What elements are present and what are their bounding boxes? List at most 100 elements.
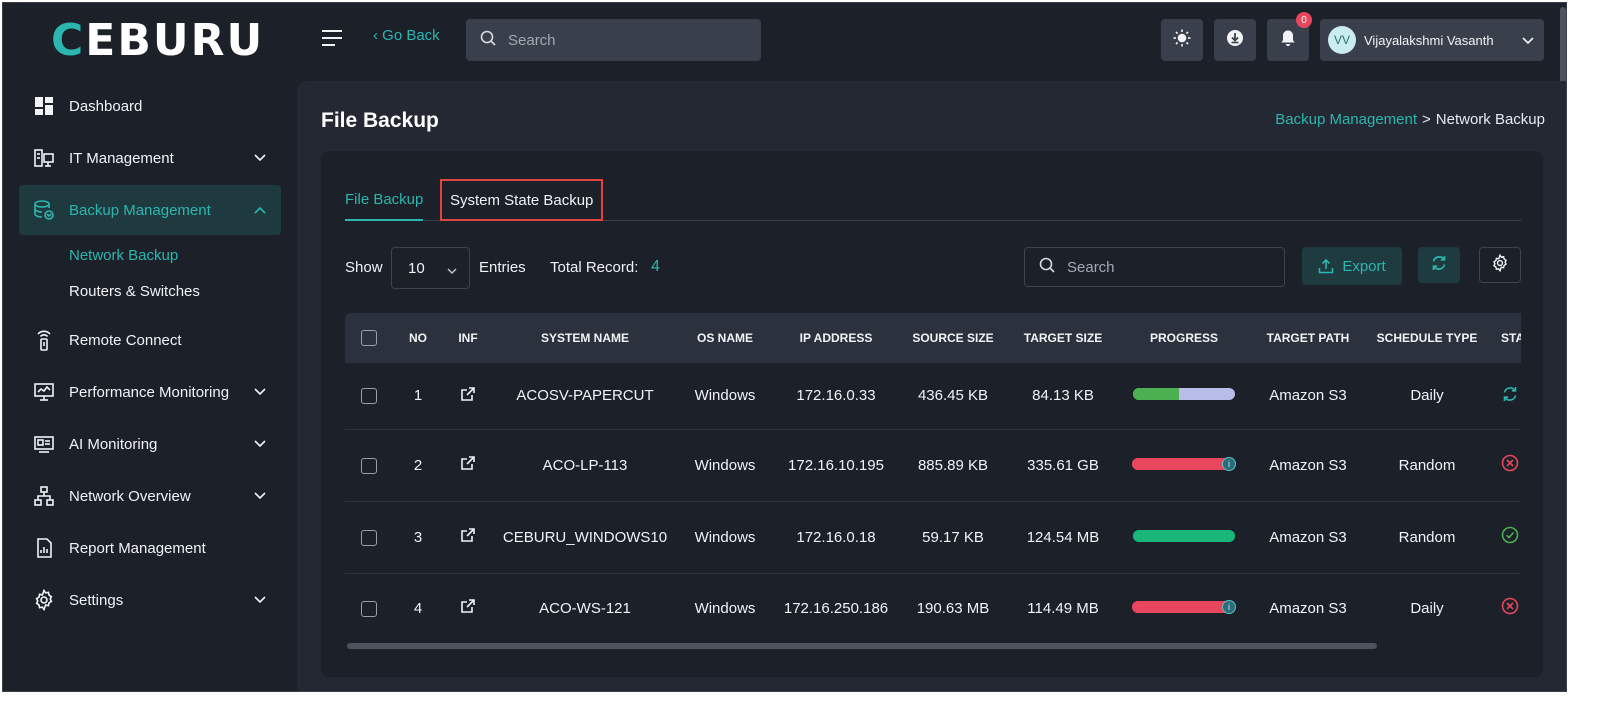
sidebar-item-label: IT Management [69,149,174,167]
column-header-target-size[interactable]: TARGET SIZE [1007,313,1119,363]
chevron-down-icon [447,262,457,279]
info-icon[interactable]: i [1222,599,1236,614]
theme-toggle-button[interactable] [1161,19,1203,61]
column-header-system-name[interactable]: SYSTEM NAME [493,313,677,363]
backup-submenu: Network Backup Routers & Switches [19,237,281,309]
sidebar-subitem-network-backup[interactable]: Network Backup [69,237,281,273]
sidebar-item-it-management[interactable]: IT Management [19,133,281,183]
sidebar-item-label: Dashboard [69,97,143,115]
table-row[interactable]: 3 CEBURU_WINDOWS10 Windows 172.16.0.18 59.17… [345,501,1521,573]
cell-ip-address: 172.16.0.18 [796,528,876,546]
tab-system-state-backup[interactable]: System State Backup [439,179,604,221]
refresh-button[interactable] [1418,247,1460,283]
error-circle-icon[interactable] [1501,454,1519,476]
breadcrumb-current: Network Backup [1435,111,1545,128]
external-link-icon[interactable] [460,599,476,618]
notifications-button[interactable]: 0 [1267,12,1312,61]
select-all-checkbox[interactable] [361,330,377,346]
cell-os-name: Windows [694,528,756,546]
column-header-no[interactable]: NO [393,313,443,363]
sidebar-item-label: Settings [69,591,124,609]
progress-bar [1133,388,1235,401]
breadcrumb-parent-link[interactable]: Backup Management [1275,111,1417,128]
sidebar-item-performance-monitoring[interactable]: Performance Monitoring [19,367,281,417]
global-search-input[interactable] [508,31,738,49]
cell-ip-address: 172.16.0.33 [796,387,876,405]
cell-system-name: ACOSV-PAPERCUT [516,387,654,405]
cell-no: 3 [413,528,423,546]
user-name: Vijayalakshmi Vasanth [1364,32,1494,48]
table-settings-button[interactable] [1479,247,1521,283]
sidebar-subitem-routers-switches[interactable]: Routers & Switches [69,273,281,309]
chevron-down-icon [253,385,267,399]
cell-progress: i [1119,573,1249,643]
cell-schedule-type: Random [1398,456,1456,474]
go-back-link[interactable]: ‹ Go Back [373,27,440,44]
column-header-ip-address[interactable]: IP ADDRESS [773,313,899,363]
sun-icon [1173,29,1191,51]
user-menu[interactable]: VV Vijayalakshmi Vasanth [1320,19,1544,61]
sidebar-item-remote-connect[interactable]: Remote Connect [19,315,281,365]
global-search[interactable] [466,19,761,61]
table-search-input[interactable] [1067,258,1267,276]
cell-inf [443,501,493,573]
external-link-icon[interactable] [460,386,476,406]
cell-ip-address: 172.16.250.186 [783,599,889,617]
entries-select[interactable]: 10 [391,247,470,289]
export-button[interactable]: Export [1302,247,1402,285]
row-checkbox[interactable] [361,600,377,617]
sidebar-item-label: Backup Management [69,201,211,219]
cell-source-size: 436.45 KB [917,387,989,405]
sidebar-item-network-overview[interactable]: Network Overview [19,471,281,521]
row-checkbox[interactable] [361,529,377,546]
progress-bar-wrapper [1133,529,1235,542]
download-button[interactable] [1214,19,1256,61]
sync-icon[interactable] [1501,386,1519,407]
row-checkbox[interactable] [361,388,377,405]
table-search[interactable] [1024,247,1285,287]
external-link-icon[interactable] [460,528,476,547]
column-header-schedule-type[interactable]: SCHEDULE TYPE [1367,313,1487,363]
column-header-source-size[interactable]: SOURCE SIZE [899,313,1007,363]
total-record-label: Total Record: [550,259,639,276]
error-circle-icon[interactable] [1501,597,1519,619]
search-icon [480,30,496,50]
backup-card: File Backup System State Backup Show 10 … [321,151,1543,677]
logo[interactable]: C EBURU [51,19,264,63]
table-row[interactable]: 1 ACOSV-PAPERCUT Windows 172.16.0.33 436.45 … [345,363,1521,429]
column-header-os-name[interactable]: OS NAME [677,313,773,363]
table-row[interactable]: 4 ACO-WS-121 Windows 172.16.250.186 190.63 M… [345,573,1521,643]
row-select-cell [345,573,393,643]
column-header-inf[interactable]: INF [443,313,493,363]
sidebar-item-backup-management[interactable]: Backup Management [19,185,281,235]
cell-os-name: Windows [694,599,756,617]
cell-no: 1 [413,387,423,405]
sidebar-item-label: Remote Connect [69,331,182,349]
success-circle-icon[interactable] [1501,526,1519,548]
progress-bar-wrapper [1133,388,1235,401]
cell-progress [1119,501,1249,573]
progress-bar-fill [1133,388,1179,401]
column-header-progress[interactable]: PROGRESS [1119,313,1249,363]
cell-target-size: 335.61 GB [1027,456,1099,474]
cell-inf [443,429,493,501]
row-checkbox[interactable] [361,457,377,474]
cell-os-name: Windows [694,387,756,405]
notification-count-badge: 0 [1296,12,1312,28]
tab-file-backup[interactable]: File Backup [345,179,424,221]
external-link-icon[interactable] [460,456,476,475]
column-header-target-path[interactable]: TARGET PATH [1249,313,1367,363]
chevron-up-icon [253,203,267,217]
menu-toggle-icon[interactable] [321,29,343,49]
search-icon [1039,257,1055,277]
sidebar-item-dashboard[interactable]: Dashboard [19,81,281,131]
column-header-status[interactable]: STATUS [1487,313,1521,363]
sidebar-item-report-management[interactable]: Report Management [19,523,281,573]
table-row[interactable]: 2 ACO-LP-113 Windows 172.16.10.195 885.89 KB… [345,429,1521,501]
sidebar-item-settings[interactable]: Settings [19,575,281,625]
sidebar-item-ai-monitoring[interactable]: AI Monitoring [19,419,281,469]
table-horizontal-scrollbar[interactable] [347,643,1377,649]
upload-icon [1319,258,1334,274]
cell-status [1487,573,1521,643]
info-icon[interactable]: i [1222,456,1236,471]
